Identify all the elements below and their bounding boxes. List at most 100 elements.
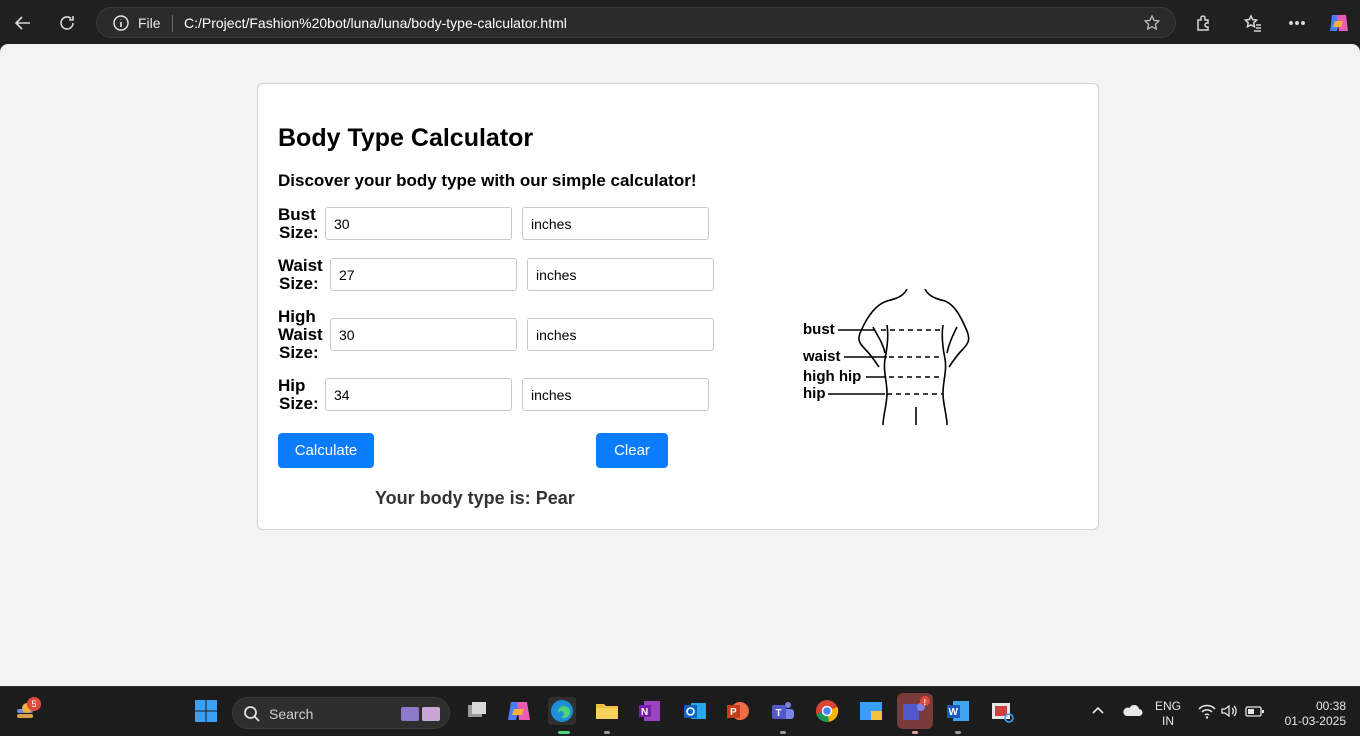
hip-size-input[interactable] [325,378,512,411]
start-button[interactable] [194,699,218,723]
clear-button[interactable]: Clear [596,433,668,468]
svg-text:W: W [949,707,959,718]
bust-unit-select[interactable] [522,207,709,240]
edge-browser-icon [551,700,573,722]
page-title: Body Type Calculator [278,124,534,152]
outlook-icon [684,703,706,719]
word-button[interactable]: W [944,697,972,725]
clock[interactable]: 00:38 01-03-2025 [1276,699,1346,729]
language-indicator[interactable]: ENG IN [1152,699,1184,729]
file-explorer-button[interactable] [593,697,621,725]
reload-icon [60,16,74,30]
teams-work-indicator [912,731,918,734]
battery-status[interactable] [1244,701,1266,721]
clock-date: 01-03-2025 [1284,714,1346,728]
svg-text:T: T [776,708,782,719]
puzzle-icon [1197,15,1209,31]
copilot-app-button[interactable] [505,697,533,725]
page-viewport: Body Type Calculator Discover your body … [0,44,1360,686]
search-icon [244,706,260,722]
result-text: Your body type is: Pear [375,488,575,509]
copilot-app-icon [508,702,530,720]
calculator-card: Body Type Calculator Discover your body … [257,83,1099,530]
wifi-status[interactable] [1197,701,1217,721]
bust-size-label: Bust Size: [278,205,319,242]
task-view-button[interactable] [463,697,491,725]
teams-work-button[interactable]: ! [897,693,933,729]
body-measurement-figure: bust waist high hip hip [803,289,973,425]
svg-text:N: N [641,707,648,718]
back-button[interactable] [8,8,38,38]
page-subtitle: Discover your body type with our simple … [278,171,697,190]
powerpoint-icon: P [727,702,749,720]
chrome-button[interactable] [813,697,841,725]
info-icon[interactable] [113,15,129,31]
svg-text:!: ! [924,698,927,707]
windows-logo-icon [195,700,217,722]
onenote-button[interactable]: N [636,697,664,725]
hip-size-label: Hip Size: [278,376,319,413]
teams-icon: T [772,702,794,719]
teams-alert-icon: ! [903,696,930,720]
high-waist-size-label: High Waist Size: [278,307,323,362]
address-divider [172,15,173,32]
app-tile-icon [860,702,882,720]
waist-size-label: Waist Size: [278,256,323,293]
svg-text:P: P [730,707,737,718]
browser-toolbar: File C:/Project/Fashion%20bot/luna/luna/… [0,0,1360,44]
more-dots-icon [1289,21,1305,25]
more-menu-button[interactable] [1284,10,1310,36]
taskbar-search[interactable]: Search [232,697,450,729]
search-highlight-icon [401,707,440,721]
favorites-list-icon [1243,14,1261,32]
url-text[interactable]: C:/Project/Fashion%20bot/luna/luna/body-… [184,15,567,31]
show-hidden-icons-button[interactable] [1088,701,1108,721]
edge-app-button[interactable] [548,697,576,725]
teams-running-indicator [780,731,786,734]
high-waist-unit-select[interactable] [527,318,714,351]
figure-label-bust: bust [803,321,835,338]
high-waist-size-input[interactable] [330,318,517,351]
bust-size-input[interactable] [325,207,512,240]
address-bar[interactable]: File C:/Project/Fashion%20bot/luna/luna/… [96,7,1176,38]
scheme-label: File [138,15,161,31]
favorite-star-icon[interactable] [1143,14,1161,32]
teams-button[interactable]: T [769,697,797,725]
waist-unit-select[interactable] [527,258,714,291]
figure-label-waist: waist [803,348,841,365]
result-prefix: Your body type is: [375,488,536,508]
edge-active-indicator [558,731,570,734]
word-icon: W [947,701,969,721]
figure-label-high-hip: high hip [803,368,862,385]
onenote-icon: N [639,701,660,721]
hip-unit-select[interactable] [522,378,709,411]
powerpoint-button[interactable]: P [724,697,752,725]
copilot-button[interactable] [1326,10,1352,36]
word-running-indicator [955,731,961,734]
cloud-icon [1123,704,1143,716]
snipping-tool-icon [992,703,1014,723]
waist-size-input[interactable] [330,258,517,291]
back-arrow-icon [14,16,30,30]
search-placeholder: Search [269,706,314,722]
app-button-blue-yellow[interactable] [857,697,885,725]
reload-button[interactable] [52,8,82,38]
outlook-button[interactable] [681,697,709,725]
widgets-badge: 5 [27,697,41,711]
snipping-tool-button[interactable] [988,697,1016,725]
task-view-icon [468,702,486,717]
speaker-icon [1221,704,1237,718]
onedrive-button[interactable] [1120,701,1144,721]
favorites-button[interactable] [1240,10,1266,36]
taskbar: 5 Search N P T ! W ENG IN 00:38 01-03-20… [0,686,1360,736]
volume-status[interactable] [1219,701,1239,721]
explorer-running-indicator [604,731,610,734]
calculate-button[interactable]: Calculate [278,433,374,468]
copilot-icon [1330,15,1348,31]
folder-icon [596,704,618,719]
wifi-icon [1198,704,1216,719]
extensions-button[interactable] [1191,10,1217,36]
battery-icon [1245,706,1264,717]
chevron-up-icon [1092,706,1104,714]
figure-label-hip: hip [803,385,826,402]
